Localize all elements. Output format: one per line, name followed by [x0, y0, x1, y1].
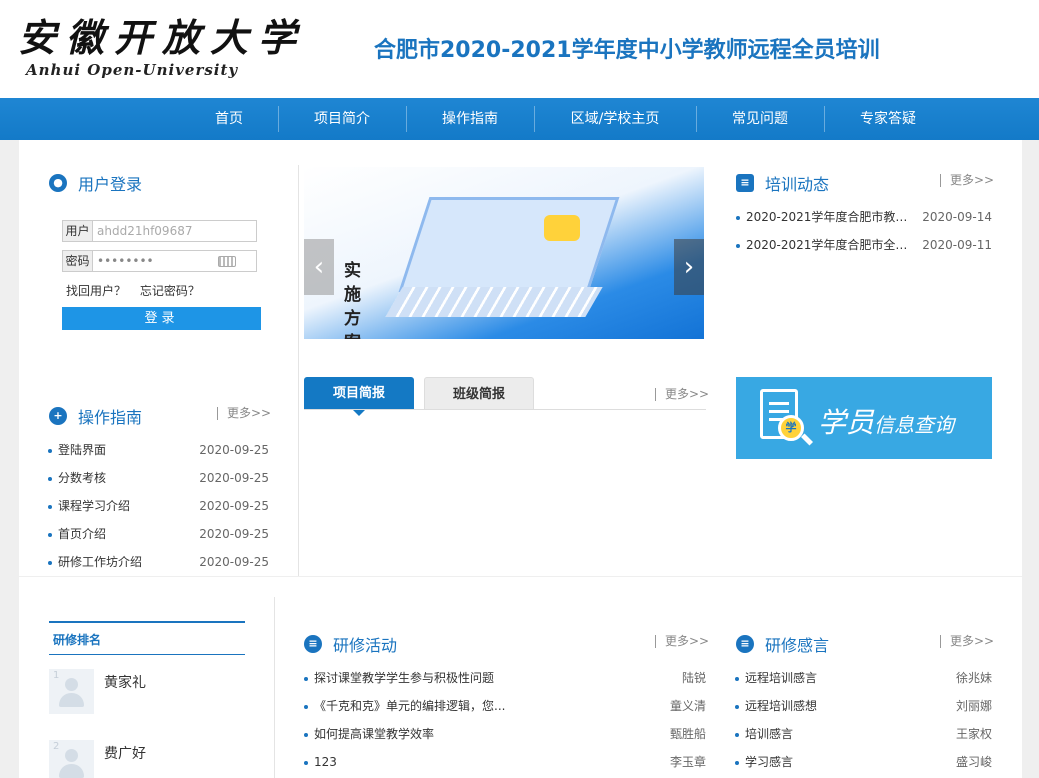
guide-list: 登陆界面 2020-09-25 分数考核 2020-09-25 课程学习介绍 2020…	[48, 436, 269, 576]
news-list: 2020-2021学年度合肥市教师... 2020-09-14 2020-2021…	[736, 203, 992, 259]
banner-emoji-bubble	[544, 215, 580, 241]
document-icon: ≡	[304, 635, 322, 653]
list-item[interactable]: 分数考核 2020-09-25	[48, 464, 269, 492]
keyboard-icon[interactable]	[218, 255, 236, 267]
query-banner-text: 学员信息查询	[818, 401, 954, 441]
nav-guide[interactable]: 操作指南	[406, 98, 534, 140]
list-item[interactable]: 培训感言 王家权	[735, 720, 992, 748]
ranking-name: 黄家礼	[104, 675, 146, 691]
tab-underline	[304, 409, 706, 410]
nav-region-school[interactable]: 区域/学校主页	[534, 98, 696, 140]
ranking-item[interactable]: 1 黄家礼	[49, 669, 249, 715]
guide-header: + 操作指南	[49, 404, 142, 428]
query-banner-small: 信息查询	[874, 413, 955, 437]
settings-icon: +	[49, 407, 67, 425]
list-icon: ≡	[736, 174, 754, 192]
list-item[interactable]: 课程学习介绍 2020-09-25	[48, 492, 269, 520]
forgot-password-link[interactable]: 忘记密码？	[140, 284, 200, 298]
login-button[interactable]: 登录	[62, 307, 261, 330]
reflections-title: 研修感言	[765, 636, 830, 655]
student-info-query-banner[interactable]: 学 学员信息查询	[736, 377, 992, 459]
note-icon: ≡	[736, 635, 754, 653]
username-label: 用户	[63, 221, 93, 241]
list-item[interactable]: 123 李玉章	[304, 748, 706, 776]
login-title: 用户登录	[78, 175, 143, 194]
banner-carousel[interactable]: 实施方案 ‹ ›	[304, 167, 704, 339]
find-user-link[interactable]: 找回用户？	[66, 284, 126, 298]
avatar: 1	[49, 669, 94, 714]
nav-expert-qa[interactable]: 专家答疑	[824, 98, 952, 140]
list-item[interactable]: 2020-2021学年度合肥市全员... 2020-09-11	[736, 231, 992, 259]
list-item[interactable]: 远程培训感言 徐兆妹	[735, 664, 992, 692]
activities-list: 探讨课堂教学学生参与积极性问题 陆锐 《千克和克》单元的编排逻辑，您... 童义清 …	[304, 664, 706, 776]
list-item[interactable]: 研修工作坊介绍 2020-09-25	[48, 548, 269, 576]
tab-class-brief[interactable]: 班级简报	[424, 377, 534, 410]
list-item[interactable]: 如何提高课堂教学效率 甄胜船	[304, 720, 706, 748]
activities-header: ≡ 研修活动	[304, 632, 397, 656]
list-item[interactable]: 首页介绍 2020-09-25	[48, 520, 269, 548]
list-item[interactable]: 学习感言 盛习峻	[735, 748, 992, 776]
ranking-title: 研修排名	[53, 633, 102, 647]
ranking-name: 费广好	[104, 746, 146, 762]
main-nav: 首页 项目简介 操作指南 区域/学校主页 常见问题 专家答疑	[0, 98, 1039, 140]
list-item[interactable]: 远程培训感想 刘丽娜	[735, 692, 992, 720]
password-field[interactable]: 密码 ••••••••	[62, 250, 257, 272]
user-icon: ●	[49, 174, 67, 192]
tab-project-brief[interactable]: 项目简报	[304, 377, 414, 416]
news-header: ≡ 培训动态	[736, 171, 829, 195]
activities-title: 研修活动	[333, 636, 398, 655]
brief-more-link[interactable]: 更多>>	[655, 388, 709, 401]
password-input[interactable]: ••••••••	[93, 254, 218, 268]
avatar: 2	[49, 740, 94, 778]
news-title: 培训动态	[765, 175, 830, 194]
magnifier-handle	[800, 433, 814, 446]
reflections-more-link[interactable]: 更多>>	[940, 635, 994, 648]
university-logo[interactable]: 安徽开放大学 Anhui Open-University	[18, 16, 318, 82]
reflections-list: 远程培训感言 徐兆妹 远程培训感想 刘丽娜 培训感言 王家权 学习感言 盛习峻	[735, 664, 992, 776]
column-divider	[298, 165, 299, 576]
guide-title: 操作指南	[78, 408, 143, 427]
list-item[interactable]: 2020-2021学年度合肥市教师... 2020-09-14	[736, 203, 992, 231]
login-header: ● 用户登录	[49, 171, 142, 195]
nav-faq[interactable]: 常见问题	[696, 98, 824, 140]
reflections-header: ≡ 研修感言	[736, 632, 829, 656]
query-banner-big: 学员	[818, 406, 875, 439]
ranking-item[interactable]: 2 费广好	[49, 740, 249, 778]
login-links: 找回用户？ 忘记密码？	[66, 282, 210, 299]
news-more-link[interactable]: 更多>>	[940, 174, 994, 187]
username-input[interactable]: ahdd21hf09687	[93, 224, 256, 238]
logo-chinese-text: 安徽开放大学	[18, 15, 307, 60]
chevron-right-icon[interactable]: ›	[674, 239, 704, 295]
logo-english-text: Anhui Open-University	[26, 61, 239, 79]
guide-more-link[interactable]: 更多>>	[217, 407, 271, 420]
site-title: 合肥市2020-2021学年度中小学教师远程全员培训	[374, 38, 880, 63]
nav-home[interactable]: 首页	[180, 98, 278, 140]
list-item[interactable]: 登陆界面 2020-09-25	[48, 436, 269, 464]
username-field[interactable]: 用户 ahdd21hf09687	[62, 220, 257, 242]
chevron-left-icon[interactable]: ‹	[304, 239, 334, 295]
site-header: 安徽开放大学 Anhui Open-University 合肥市2020-202…	[0, 0, 1039, 98]
nav-project-intro[interactable]: 项目简介	[278, 98, 406, 140]
password-label: 密码	[63, 251, 93, 271]
activities-more-link[interactable]: 更多>>	[655, 635, 709, 648]
list-item[interactable]: 《千克和克》单元的编排逻辑，您... 童义清	[304, 692, 706, 720]
column-divider-bottom	[274, 597, 275, 778]
banner-text: 实施方案	[344, 261, 361, 339]
banner-illustration-screen	[398, 197, 620, 292]
list-item[interactable]: 探讨课堂教学学生参与积极性问题 陆锐	[304, 664, 706, 692]
banner-illustration-keyboard	[385, 287, 603, 317]
ranking-header: 研修排名	[49, 621, 245, 655]
